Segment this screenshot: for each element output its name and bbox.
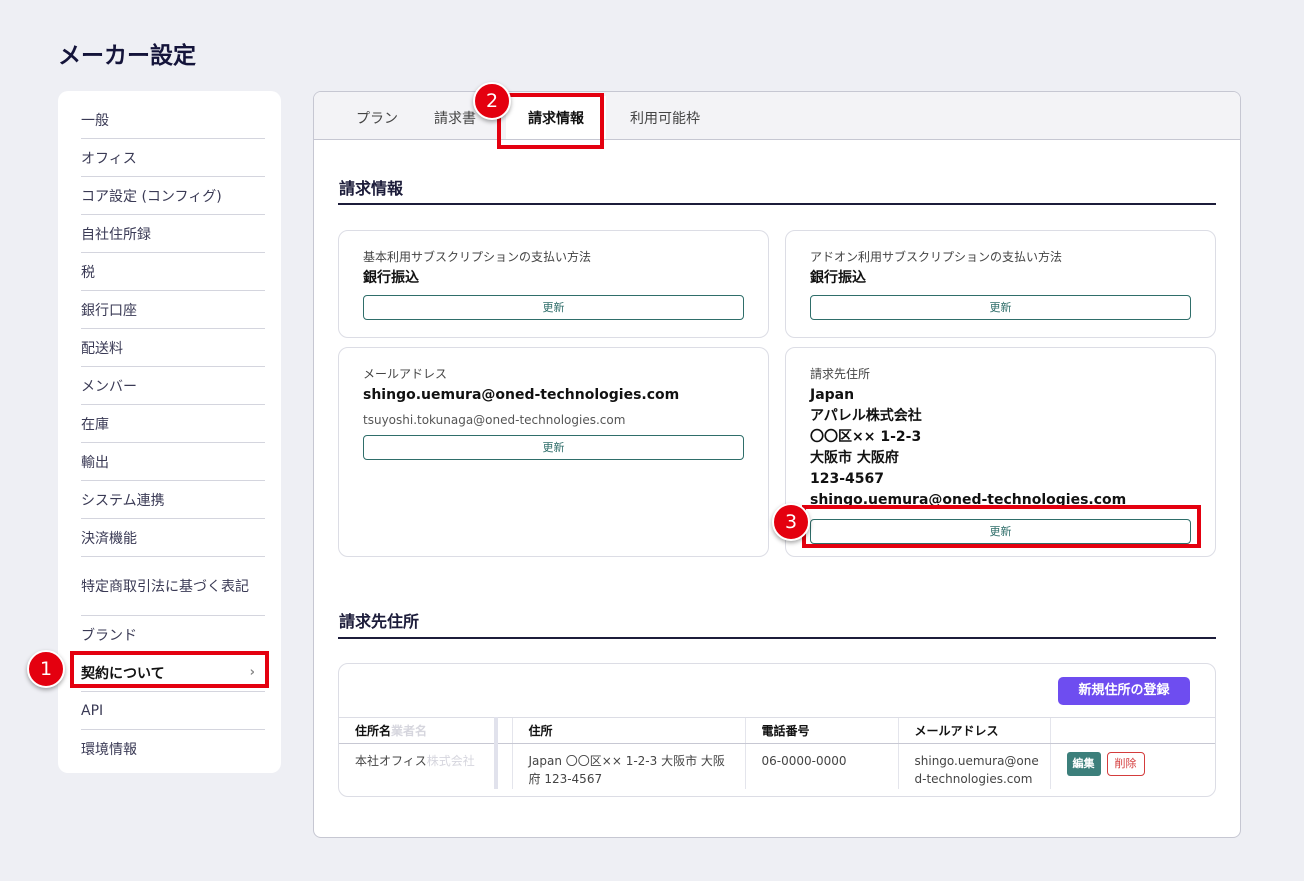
address-table: 住所名業者名 住所 電話番号 メールアドレス 本社オフィス株式会社 Japan …	[339, 717, 1215, 789]
email-label: メールアドレス	[363, 367, 448, 381]
email-sub-value: tsuyoshi.tokunaga@oned-technologies.com	[363, 413, 626, 427]
addon-payment-update-button[interactable]: 更新	[810, 295, 1191, 320]
step-badge-1: 1	[27, 650, 65, 688]
tab-plan[interactable]: プラン	[338, 96, 416, 139]
address-line-email: shingo.uemura@oned-technologies.com	[810, 492, 1127, 508]
addon-payment-label: アドオン利用サブスクリプションの支払い方法	[810, 250, 1063, 264]
step-badge-3: 3	[772, 503, 810, 541]
tab-bar: プラン 請求書 請求情報 利用可能枠	[314, 92, 1240, 140]
contract-panel: プラン 請求書 請求情報 利用可能枠 請求情報 基本利用サブスクリプションの支払…	[313, 91, 1241, 838]
sidebar-item-environment[interactable]: 環境情報	[81, 730, 265, 768]
addon-payment-value: 銀行振込	[810, 270, 866, 286]
billing-address-label: 請求先住所	[810, 367, 871, 381]
sidebar-item-bank-account[interactable]: 銀行口座	[81, 291, 265, 329]
tab-available-quota[interactable]: 利用可能枠	[612, 96, 718, 139]
sidebar-item-address-book[interactable]: 自社住所録	[81, 215, 265, 253]
sidebar-item-inventory[interactable]: 在庫	[81, 405, 265, 443]
address-line-country: Japan	[810, 387, 855, 403]
sidebar-item-payments[interactable]: 決済機能	[81, 519, 265, 557]
row-address-name: 本社オフィス株式会社	[339, 743, 498, 789]
col-address: 住所	[511, 717, 745, 744]
base-payment-card: 基本利用サブスクリプションの支払い方法 銀行振込 更新	[338, 230, 769, 338]
edit-button[interactable]: 編集	[1066, 752, 1101, 776]
table-row: 本社オフィス株式会社 Japan 〇〇区×× 1-2-3 大阪市 大阪府 123…	[339, 743, 1215, 789]
page-title: メーカー設定	[58, 43, 196, 69]
email-card: メールアドレス shingo.uemura@oned-technologies.…	[338, 347, 769, 557]
billing-section-title: 請求情報	[339, 179, 404, 198]
sidebar-item-office[interactable]: オフィス	[81, 139, 265, 177]
address-line-postal: 123-4567	[810, 471, 884, 487]
base-payment-update-button[interactable]: 更新	[363, 295, 744, 320]
address-line-street: 〇〇区×× 1-2-3	[810, 429, 922, 445]
sidebar-item-core-config[interactable]: コア設定 (コンフィグ)	[81, 177, 265, 215]
addon-payment-card: アドオン利用サブスクリプションの支払い方法 銀行振込 更新	[785, 230, 1216, 338]
sidebar-item-integrations[interactable]: システム連携	[81, 481, 265, 519]
sidebar-item-contract[interactable]: 契約について ›	[81, 654, 265, 692]
sidebar-item-export[interactable]: 輸出	[81, 443, 265, 481]
chevron-right-icon: ›	[249, 665, 255, 680]
col-email: メールアドレス	[897, 717, 1050, 744]
delete-button[interactable]: 削除	[1106, 752, 1145, 776]
sidebar-item-general[interactable]: 一般	[81, 101, 265, 139]
step-badge-2: 2	[473, 82, 511, 120]
register-new-address-button[interactable]: 新規住所の登録	[1058, 677, 1190, 705]
table-header-row: 住所名業者名 住所 電話番号 メールアドレス	[339, 717, 1215, 744]
billing-address-update-button[interactable]: 更新	[810, 519, 1191, 544]
row-email: shingo.uemura@oned-technologies.com	[897, 743, 1050, 789]
tab-billing-info[interactable]: 請求情報	[506, 96, 606, 139]
row-address: Japan 〇〇区×× 1-2-3 大阪市 大阪府 123-4567	[511, 743, 745, 789]
sidebar-item-tax[interactable]: 税	[81, 253, 265, 291]
sidebar-item-shipping[interactable]: 配送料	[81, 329, 265, 367]
col-phone: 電話番号	[744, 717, 898, 744]
billing-address-card: 請求先住所 Japan アパレル株式会社 〇〇区×× 1-2-3 大阪市 大阪府…	[785, 347, 1216, 557]
row-phone: 06-0000-0000	[744, 743, 898, 789]
addresses-section-title: 請求先住所	[339, 612, 420, 631]
email-value: shingo.uemura@oned-technologies.com	[363, 387, 680, 403]
email-update-button[interactable]: 更新	[363, 435, 744, 460]
settings-sidebar: 一般 オフィス コア設定 (コンフィグ) 自社住所録 税 銀行口座 配送料 メン…	[58, 91, 281, 773]
address-line-city: 大阪市 大阪府	[810, 450, 899, 466]
sidebar-item-api[interactable]: API	[81, 692, 265, 730]
base-payment-label: 基本利用サブスクリプションの支払い方法	[363, 250, 592, 264]
sidebar-item-brand[interactable]: ブランド	[81, 616, 265, 654]
address-line-company: アパレル株式会社	[810, 408, 922, 424]
sidebar-item-members[interactable]: メンバー	[81, 367, 265, 405]
col-address-name: 住所名業者名	[339, 717, 498, 744]
section-divider	[338, 637, 1216, 639]
section-divider	[338, 203, 1216, 205]
sidebar-item-legal-notice[interactable]: 特定商取引法に基づく表記	[81, 557, 265, 616]
base-payment-value: 銀行振込	[363, 270, 419, 286]
address-list-card: 新規住所の登録 住所名業者名 住所 電話番号 メールアドレス 本社オフィス株式会…	[338, 663, 1216, 797]
